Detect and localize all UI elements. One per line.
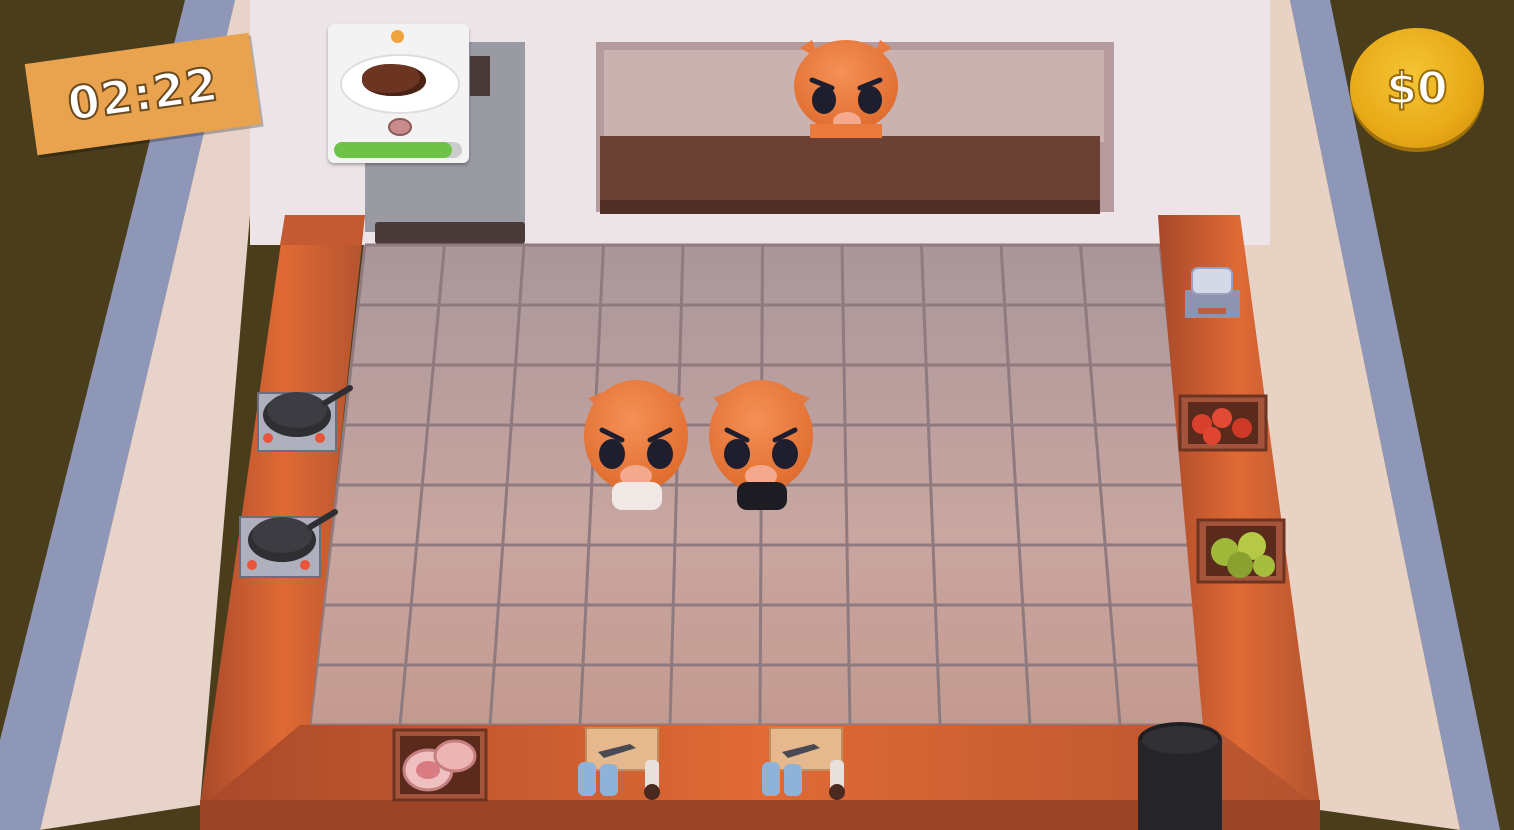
money-coin: $0 [1350,28,1484,148]
meat-crate[interactable] [392,728,488,802]
steak-icon [362,64,426,96]
order-timer-fill [334,142,452,158]
order-timer-bar [334,142,462,158]
raw-meat-icon [388,118,412,136]
stove-top[interactable] [257,385,353,452]
timer-text: 02:22 [63,56,222,133]
lettuce-crate[interactable] [1196,518,1286,584]
order-indicator-icon [391,30,404,43]
money-text: $0 [1385,62,1448,115]
stove-bottom[interactable] [239,509,338,578]
plate-rack[interactable] [1185,267,1240,318]
tomato-crate[interactable] [1178,394,1268,452]
order-ticket [328,24,469,163]
trash-bin[interactable] [1138,722,1222,830]
